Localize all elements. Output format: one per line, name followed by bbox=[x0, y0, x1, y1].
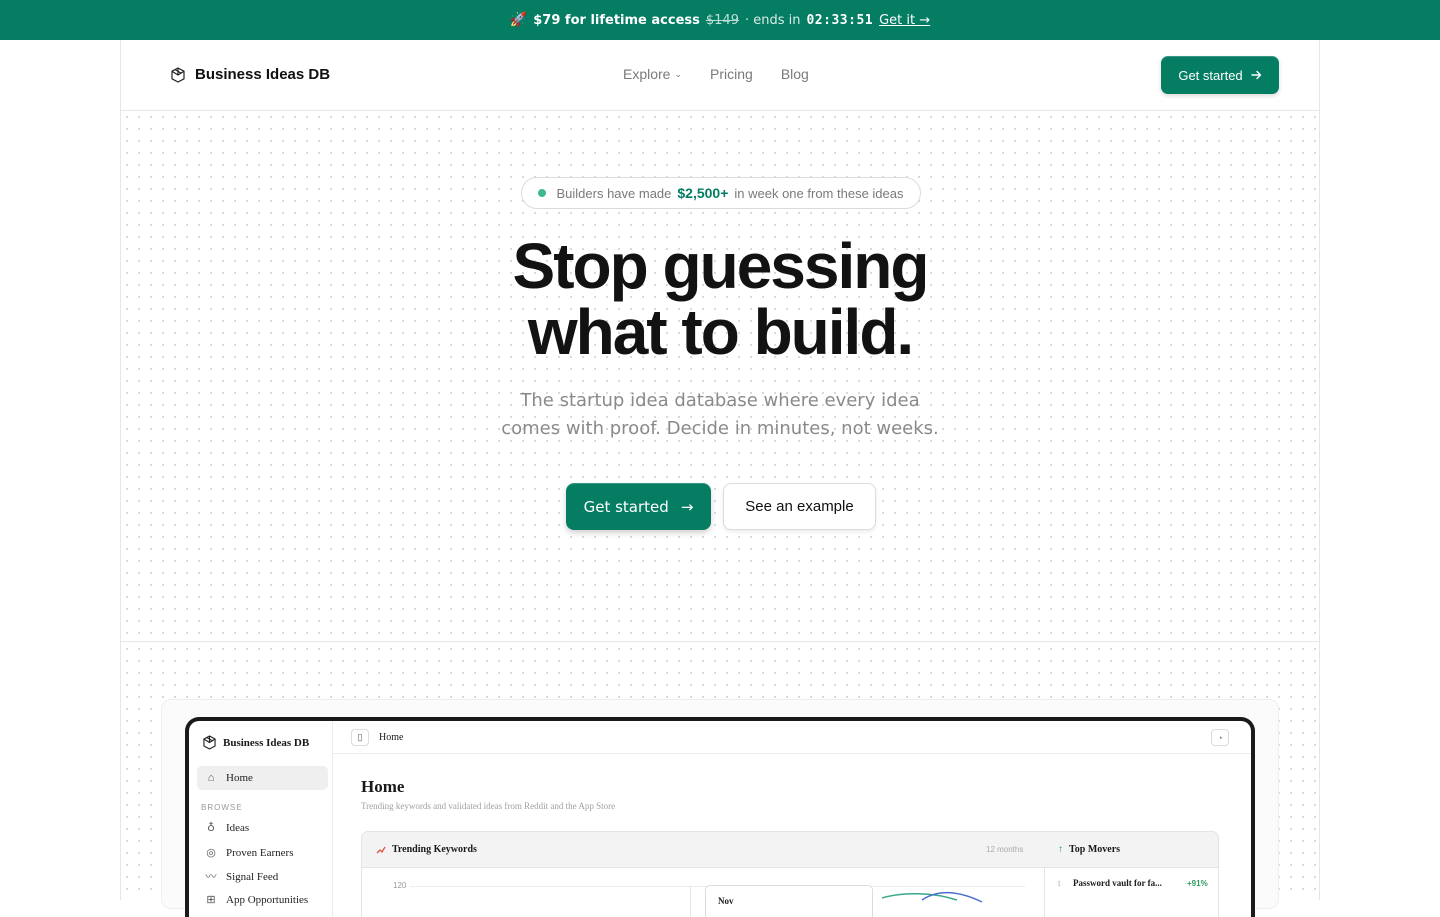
chevron-down-icon: ⌄ bbox=[674, 68, 683, 79]
grid-icon: ⊞ bbox=[206, 894, 216, 906]
activity-icon: 〰 bbox=[205, 871, 217, 883]
trending-panel: Trending Keywords 12 months ↑ Top Movers… bbox=[361, 831, 1219, 917]
theme-toggle-icon[interactable]: ◔ bbox=[1211, 729, 1229, 746]
mover-name: Password vault for fa... bbox=[1073, 878, 1162, 888]
trending-title: Trending Keywords bbox=[376, 844, 477, 855]
sidebar-section-browse: BROWSE bbox=[201, 803, 243, 812]
sidebar-item-label: Signal Feed bbox=[226, 871, 279, 883]
preview-brand: Business Ideas DB bbox=[203, 735, 309, 750]
sidebar-item-home[interactable]: ⌂ Home bbox=[197, 766, 328, 790]
pill-suffix: in week one from these ideas bbox=[734, 185, 904, 201]
see-example-button[interactable]: See an example bbox=[723, 483, 876, 530]
topbar-title: Home bbox=[379, 732, 404, 743]
page-title: Home bbox=[361, 777, 405, 796]
rocket-icon: 🚀 bbox=[509, 12, 528, 28]
sidebar-item-label: Home bbox=[226, 772, 253, 784]
tooltip-label: Nov bbox=[718, 896, 734, 906]
promo-offer: $79 for lifetime access bbox=[533, 12, 700, 28]
headline-line-2: what to build. bbox=[527, 296, 914, 368]
sidebar-item-signal-feed[interactable]: 〰 Signal Feed bbox=[197, 865, 328, 889]
brand-name: Business Ideas DB bbox=[195, 66, 331, 83]
mover-row[interactable]: 1 Password vault for fa... +91% bbox=[1045, 868, 1218, 898]
top-movers-label: Top Movers bbox=[1069, 844, 1121, 855]
preview-topbar: ▯ Home ◔ bbox=[333, 721, 1251, 754]
trending-title-label: Trending Keywords bbox=[392, 844, 477, 855]
promo-get-it-link[interactable]: Get it → bbox=[879, 13, 930, 28]
nav-explore[interactable]: Explore ⌄ bbox=[623, 66, 682, 82]
sidebar-item-ideas[interactable]: ♁ Ideas bbox=[197, 816, 328, 840]
top-movers-title: ↑ Top Movers bbox=[1058, 844, 1120, 855]
page-frame: Business Ideas DB Explore ⌄ Pricing Blog… bbox=[120, 40, 1320, 917]
brand-logo[interactable]: Business Ideas DB bbox=[171, 66, 330, 83]
sidebar-item-label: Ideas bbox=[226, 822, 250, 834]
headline-line-1: Stop guessing bbox=[512, 230, 930, 302]
nav-explore-label: Explore bbox=[623, 66, 671, 82]
promo-timer: 02:33:51 bbox=[806, 12, 874, 28]
promo-old-price: $149 bbox=[705, 12, 739, 28]
lightbulb-icon: ♁ bbox=[206, 822, 216, 834]
trend-series-green bbox=[882, 892, 958, 901]
hero-cta-label: Get started bbox=[583, 497, 669, 516]
chart-hover-line bbox=[690, 886, 691, 917]
arrow-right-icon: → bbox=[680, 497, 694, 516]
cube-icon bbox=[203, 735, 216, 750]
promo-bar: 🚀 $79 for lifetime access $149 · ends in… bbox=[0, 0, 1440, 40]
trending-up-icon bbox=[376, 846, 386, 853]
sidebar-item-label: App Opportunities bbox=[226, 894, 309, 906]
preview-brand-name: Business Ideas DB bbox=[223, 736, 310, 749]
nav-get-started-button[interactable]: Get started bbox=[1161, 56, 1279, 94]
check-circle-icon: ◎ bbox=[206, 847, 216, 859]
app-preview-section: Business Ideas DB ⌂ Home BROWSE ♁ Ideas … bbox=[121, 643, 1319, 917]
pill-prefix: Builders have made bbox=[556, 185, 672, 201]
hero-headline: Stop guessing what to build. bbox=[121, 233, 1319, 365]
top-nav: Business Ideas DB Explore ⌄ Pricing Blog… bbox=[121, 40, 1319, 111]
chart-tooltip: Nov bbox=[705, 885, 873, 917]
sidebar-item-label: Proven Earners bbox=[226, 847, 294, 859]
home-icon: ⌂ bbox=[207, 772, 215, 784]
nav-pricing[interactable]: Pricing bbox=[710, 66, 753, 82]
app-screenshot-frame: Business Ideas DB ⌂ Home BROWSE ♁ Ideas … bbox=[185, 717, 1255, 917]
nav-cta-label: Get started bbox=[1178, 67, 1243, 83]
y-axis-tick: 120 bbox=[393, 881, 407, 890]
status-dot-icon bbox=[538, 189, 547, 197]
pill-amount: $2,500+ bbox=[677, 185, 729, 201]
trending-panel-header: Trending Keywords 12 months ↑ Top Movers bbox=[362, 832, 1218, 868]
sidebar-item-proven-earners[interactable]: ◎ Proven Earners bbox=[197, 841, 328, 865]
trend-line-chart bbox=[882, 892, 983, 903]
cube-icon bbox=[171, 66, 185, 83]
preview-sidebar: Business Ideas DB ⌂ Home BROWSE ♁ Ideas … bbox=[189, 721, 333, 917]
nav-links: Explore ⌄ Pricing Blog bbox=[623, 66, 809, 82]
nav-blog[interactable]: Blog bbox=[781, 66, 809, 82]
hero-get-started-button[interactable]: Get started → bbox=[566, 483, 711, 530]
page-subtitle: Trending keywords and validated ideas fr… bbox=[361, 801, 616, 811]
arrow-up-icon: ↑ bbox=[1058, 844, 1063, 855]
mover-change: +91% bbox=[1187, 878, 1208, 888]
trending-range[interactable]: 12 months bbox=[986, 845, 1023, 854]
arrow-right-icon bbox=[1250, 70, 1261, 80]
sidebar-toggle-icon[interactable]: ▯ bbox=[351, 729, 369, 746]
hero-section: Builders have made $2,500+ in week one f… bbox=[121, 111, 1319, 642]
promo-ends-label: · ends in bbox=[744, 12, 801, 28]
social-proof-pill: Builders have made $2,500+ in week one f… bbox=[521, 177, 921, 209]
hero-subtitle: The startup idea database where every id… bbox=[501, 390, 939, 439]
mover-rank: 1 bbox=[1057, 878, 1061, 888]
sidebar-item-app-opportunities[interactable]: ⊞ App Opportunities bbox=[197, 888, 328, 912]
